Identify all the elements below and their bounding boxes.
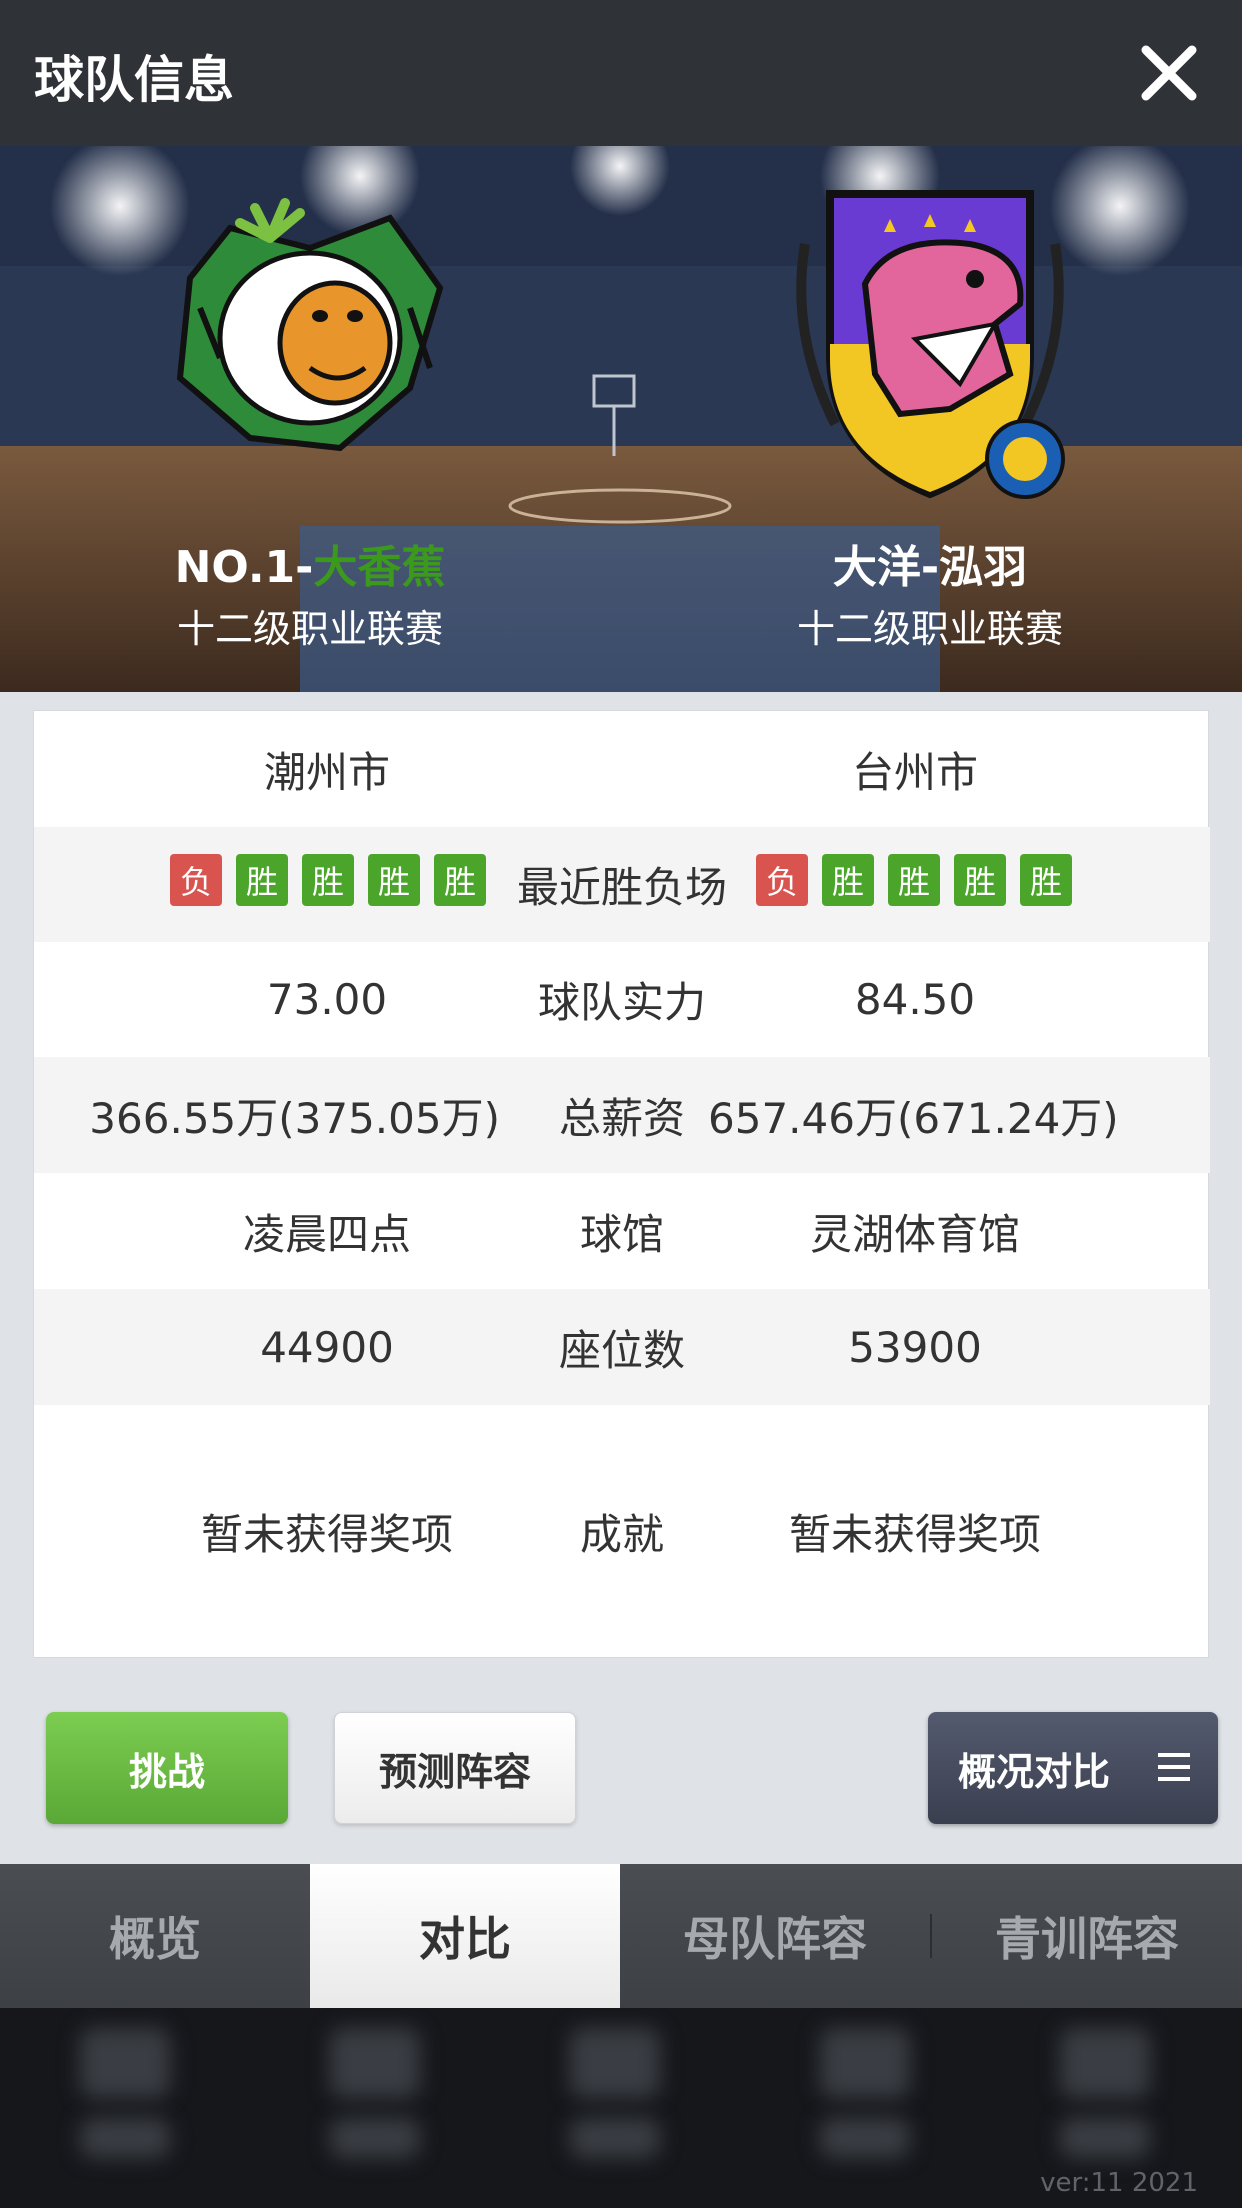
right-recent-results: 负 胜 胜 胜 胜 [756, 854, 1072, 906]
comparison-table: 潮州市 台州市 负 胜 胜 胜 胜 最近胜负场 负 胜 胜 胜 胜 73.00 … [33, 710, 1210, 1658]
right-city: 台州市 [851, 747, 978, 797]
strength-row: 73.00 球队实力 84.50 [34, 942, 1210, 1057]
menu-icon [1158, 1753, 1190, 1781]
nav-item-2[interactable] [320, 2008, 440, 2208]
recent-results-label: 最近胜负场 [516, 863, 727, 912]
achievements-row: 暂未获得奖项 成就 暂未获得奖项 [34, 1405, 1210, 1657]
title-bar: 球队信息 [0, 0, 1242, 146]
overview-compare-label: 概况对比 [958, 1749, 1111, 1794]
tab-bar: 概览 对比 母队阵容 青训阵容 [0, 1864, 1242, 2008]
tab-parent-roster[interactable]: 母队阵容 [620, 1864, 930, 2008]
nav-item-1[interactable] [70, 2008, 190, 2208]
left-team-name: NO.1-大香蕉 [60, 531, 560, 595]
overview-compare-button[interactable]: 概况对比 [928, 1712, 1218, 1824]
right-team-league: 十二级职业联赛 [796, 607, 1063, 651]
result-badge: 胜 [822, 854, 874, 906]
nav-item-4[interactable] [810, 2008, 930, 2208]
result-badge: 胜 [888, 854, 940, 906]
tab-overview[interactable]: 概览 [0, 1864, 310, 2008]
page-title: 球队信息 [34, 51, 234, 109]
right-arena: 灵湖体育馆 [809, 1209, 1020, 1259]
result-badge: 胜 [368, 854, 420, 906]
tab-compare[interactable]: 对比 [310, 1864, 620, 2008]
nav-item-3[interactable] [560, 2008, 680, 2208]
left-city: 潮州市 [263, 747, 390, 797]
left-recent-results: 负 胜 胜 胜 胜 [170, 854, 486, 906]
result-badge: 胜 [1020, 854, 1072, 906]
right-salary: 657.46万(671.24万) [708, 1093, 1119, 1143]
city-row: 潮州市 台州市 [34, 711, 1210, 827]
result-badge: 胜 [302, 854, 354, 906]
tab-youth-roster[interactable]: 青训阵容 [932, 1864, 1242, 2008]
result-badge: 胜 [236, 854, 288, 906]
gorilla-logo-icon [176, 198, 444, 452]
result-badge: 负 [756, 854, 808, 906]
result-badge: 胜 [434, 854, 486, 906]
right-team-name: 大洋-泓羽 [832, 542, 1028, 593]
left-team-name-highlight: 大香蕉 [313, 542, 446, 593]
left-team-league: 十二级职业联赛 [176, 607, 443, 651]
salary-label: 总薪资 [558, 1093, 685, 1143]
right-achievements: 暂未获得奖项 [788, 1509, 1041, 1559]
challenge-button[interactable]: 挑战 [46, 1712, 288, 1824]
team-info-page: 球队信息 NO.1-大香蕉 十二级职业联赛 大洋-泓羽 十二级职业联赛 潮州市 … [0, 0, 1242, 2208]
bottom-navigation: ver:11 2021 [0, 2008, 1242, 2208]
right-strength: 84.50 [854, 975, 976, 1024]
version-label: ver:11 2021 [1040, 2168, 1198, 2198]
right-seats: 53900 [848, 1322, 982, 1372]
close-icon[interactable] [1136, 42, 1202, 104]
predict-lineup-button[interactable]: 预测阵容 [334, 1712, 576, 1824]
dinosaur-logo-icon [796, 190, 1065, 499]
seats-row: 44900 座位数 53900 [34, 1289, 1210, 1405]
arena-row: 凌晨四点 球馆 灵湖体育馆 [34, 1173, 1210, 1289]
left-salary: 366.55万(375.05万) [89, 1093, 500, 1143]
left-team-name-prefix: NO.1- [174, 542, 314, 593]
team-banner: NO.1-大香蕉 十二级职业联赛 大洋-泓羽 十二级职业联赛 [0, 146, 1242, 692]
result-badge: 负 [170, 854, 222, 906]
result-badge: 胜 [954, 854, 1006, 906]
salary-row: 366.55万(375.05万) 总薪资 657.46万(671.24万) [34, 1057, 1210, 1173]
recent-results-row: 负 胜 胜 胜 胜 最近胜负场 负 胜 胜 胜 胜 [34, 827, 1210, 942]
